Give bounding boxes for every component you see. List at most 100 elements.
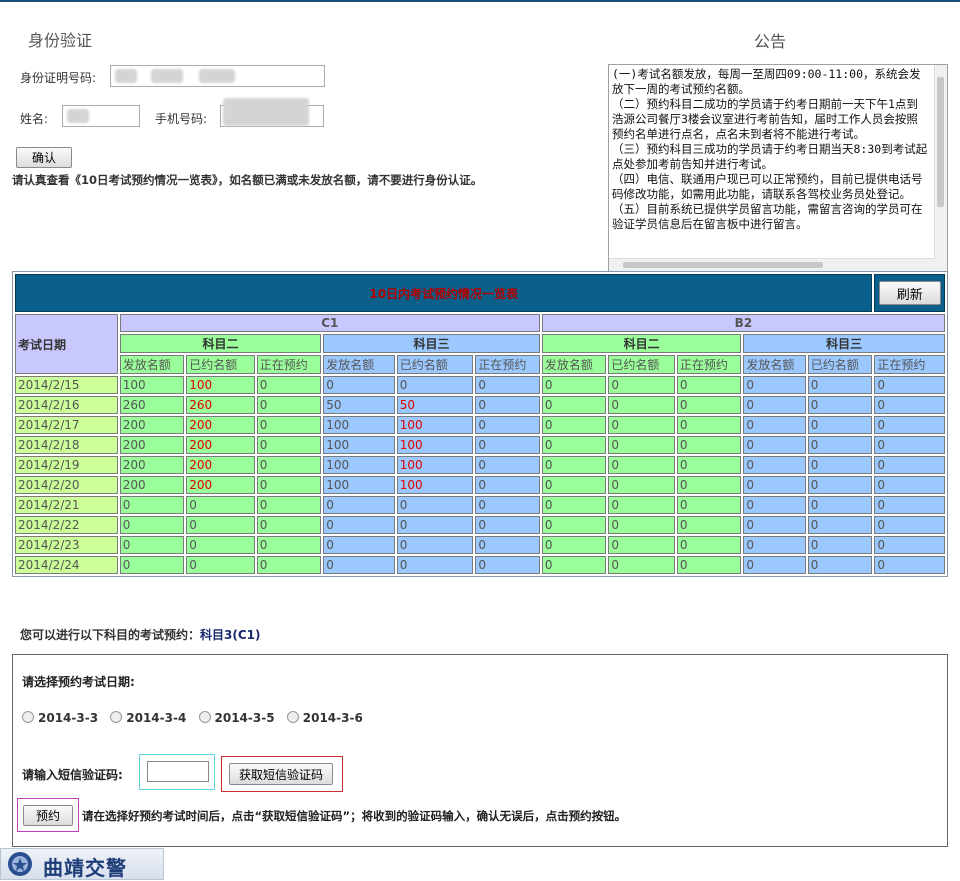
logo-text: 曲靖交警 bbox=[43, 856, 127, 880]
table-row: 2014/2/19 200 200 0 100 100 0 0 0 0 0 0 0 bbox=[15, 456, 945, 474]
table-cell: 0 bbox=[475, 496, 540, 514]
table-cell: 0 bbox=[608, 496, 675, 514]
sms-label: 请输入短信验证码: bbox=[22, 768, 123, 782]
book-button[interactable]: 预约 bbox=[23, 805, 73, 826]
table-cell: 0 bbox=[807, 516, 873, 534]
radio-button[interactable] bbox=[22, 711, 34, 723]
table-cell: 0 bbox=[743, 536, 806, 554]
date-cell: 2014/2/22 bbox=[15, 516, 118, 534]
table-cell: 100 bbox=[323, 436, 395, 454]
table-cell: 0 bbox=[541, 396, 607, 414]
redacted-mark bbox=[115, 69, 137, 83]
notice-vertical-scrollbar[interactable] bbox=[934, 65, 947, 259]
identity-title: 身份验证 bbox=[28, 31, 93, 50]
table-cell: 200 bbox=[186, 476, 255, 494]
table-cell: 260 bbox=[119, 396, 185, 414]
table-cell: 0 bbox=[608, 476, 675, 494]
phone-label: 手机号码: bbox=[155, 112, 208, 126]
table-cell: 0 bbox=[874, 556, 945, 574]
table-cell: 0 bbox=[807, 456, 873, 474]
table-cell: 100 bbox=[323, 456, 395, 474]
scrollbar-thumb[interactable] bbox=[623, 262, 823, 268]
table-cell: 0 bbox=[676, 416, 742, 434]
table-cell: 0 bbox=[608, 516, 675, 534]
sms-code-input[interactable] bbox=[147, 761, 209, 782]
table-cell: 100 bbox=[323, 416, 395, 434]
table-row: 2014/2/15 100 100 0 0 0 0 0 0 0 0 0 0 bbox=[15, 376, 945, 394]
name-input[interactable] bbox=[62, 105, 140, 127]
notice-horizontal-scrollbar[interactable] bbox=[609, 258, 935, 271]
redacted-mark bbox=[67, 109, 89, 123]
table-cell: 0 bbox=[676, 496, 742, 514]
table-cell: 0 bbox=[807, 376, 873, 394]
table-cell: 0 bbox=[541, 476, 607, 494]
radio-button[interactable] bbox=[286, 711, 299, 723]
table-cell: 0 bbox=[743, 476, 806, 494]
table-cell: 0 bbox=[608, 396, 675, 414]
table-cell: 0 bbox=[743, 436, 806, 454]
date-option[interactable]: 2014-3-3 bbox=[22, 711, 98, 725]
column-header: 已约名额 bbox=[608, 355, 675, 374]
date-option[interactable]: 2014-3-5 bbox=[198, 711, 275, 725]
table-cell: 0 bbox=[475, 556, 540, 574]
subject-header: 科目二 bbox=[119, 334, 322, 353]
table-cell: 200 bbox=[119, 476, 185, 494]
schedule-table: 10日内考试预约情况一览表 刷新 考试日期 C1 B2 科目二 科目三 科目二 … bbox=[12, 271, 948, 577]
column-header: 发放名额 bbox=[323, 355, 395, 374]
table-cell: 0 bbox=[541, 496, 607, 514]
table-row: 2014/2/21 0 0 0 0 0 0 0 0 0 0 0 0 bbox=[15, 496, 945, 514]
table-cell: 0 bbox=[323, 516, 395, 534]
table-cell: 0 bbox=[743, 516, 806, 534]
table-cell: 0 bbox=[874, 436, 945, 454]
table-cell: 0 bbox=[186, 496, 255, 514]
date-option[interactable]: 2014-3-6 bbox=[286, 711, 363, 725]
table-cell: 0 bbox=[256, 516, 322, 534]
table-cell: 200 bbox=[186, 416, 255, 434]
table-cell: 100 bbox=[396, 416, 474, 434]
resize-grip-icon[interactable] bbox=[935, 259, 947, 271]
radio-button[interactable] bbox=[198, 711, 211, 723]
table-row: 2014/2/20 200 200 0 100 100 0 0 0 0 0 0 0 bbox=[15, 476, 945, 494]
table-cell: 0 bbox=[541, 376, 607, 394]
table-cell: 0 bbox=[475, 396, 540, 414]
table-cell: 200 bbox=[186, 436, 255, 454]
eligible-prefix: 您可以进行以下科目的考试预约： bbox=[20, 628, 201, 642]
column-header-row: 发放名额 已约名额 正在预约 发放名额 已约名额 正在预约 发放名额 已约名额 正在预约 发放名额… bbox=[15, 355, 945, 374]
date-cell: 2014/2/19 bbox=[15, 456, 118, 474]
table-cell: 0 bbox=[541, 456, 607, 474]
refresh-button[interactable]: 刷新 bbox=[878, 281, 941, 305]
table-cell: 0 bbox=[743, 416, 806, 434]
radio-button[interactable] bbox=[110, 711, 123, 723]
scrollbar-thumb[interactable] bbox=[937, 77, 944, 207]
table-cell: 100 bbox=[396, 476, 474, 494]
table-cell: 0 bbox=[676, 536, 742, 554]
subject-header: 科目三 bbox=[323, 334, 540, 353]
confirm-button[interactable]: 确认 bbox=[16, 147, 72, 168]
booking-panel: 请选择预约考试日期: 2014-3-3 2014-3-4 2014-3-5 20… bbox=[12, 654, 948, 847]
id-number-input[interactable] bbox=[110, 65, 325, 87]
column-header: 正在预约 bbox=[256, 355, 322, 374]
table-cell: 0 bbox=[541, 536, 607, 554]
notice-textarea[interactable]: (一)考试名额发放，每周一至周四09:00-11:00，系统会发放下一周的考试预… bbox=[608, 64, 948, 272]
table-cell: 0 bbox=[256, 456, 322, 474]
date-cell: 2014/2/17 bbox=[15, 416, 118, 434]
table-cell: 0 bbox=[119, 516, 185, 534]
table-cell: 0 bbox=[608, 416, 675, 434]
table-cell: 0 bbox=[676, 436, 742, 454]
column-header: 正在预约 bbox=[676, 355, 742, 374]
notice-title: 公告 bbox=[754, 32, 787, 51]
table-cell: 200 bbox=[119, 416, 185, 434]
get-sms-code-button[interactable]: 获取短信验证码 bbox=[229, 763, 333, 785]
table-cell: 0 bbox=[541, 516, 607, 534]
table-cell: 0 bbox=[608, 556, 675, 574]
notice-text: (一)考试名额发放，每周一至周四09:00-11:00，系统会发放下一周的考试预… bbox=[612, 67, 928, 231]
table-cell: 0 bbox=[475, 476, 540, 494]
phone-input[interactable] bbox=[220, 98, 324, 127]
table-cell: 0 bbox=[256, 556, 322, 574]
table-cell: 0 bbox=[676, 396, 742, 414]
table-cell: 200 bbox=[186, 456, 255, 474]
table-cell: 0 bbox=[323, 536, 395, 554]
date-cell: 2014/2/21 bbox=[15, 496, 118, 514]
column-header: 已约名额 bbox=[807, 355, 873, 374]
date-option[interactable]: 2014-3-4 bbox=[110, 711, 186, 725]
